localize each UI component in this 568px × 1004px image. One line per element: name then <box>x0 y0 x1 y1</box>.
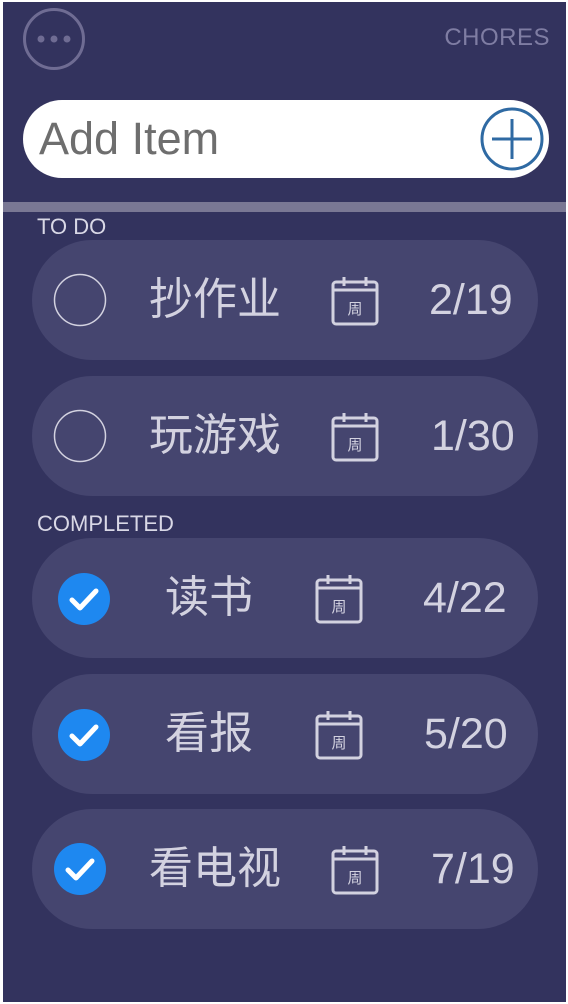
add-item-input[interactable] <box>39 104 459 174</box>
completed-section-label: COMPLETED <box>37 511 174 536</box>
todo-item-date: 1/30 <box>431 412 515 460</box>
todo-section-label: TO DO <box>37 214 107 239</box>
calendar-char: 周 <box>331 734 346 752</box>
unchecked-circle-icon[interactable] <box>53 273 107 327</box>
add-item-bar <box>23 100 549 178</box>
add-item-button[interactable] <box>479 106 545 172</box>
calendar-char: 周 <box>347 300 362 318</box>
completed-item-text: 看电视 <box>149 843 281 894</box>
calendar-icon[interactable]: 周 <box>331 845 379 895</box>
completed-item[interactable]: 读书 周 4/22 <box>32 538 538 658</box>
completed-item-date: 7/19 <box>431 845 515 893</box>
app-title: CHORES <box>444 24 550 51</box>
completed-item[interactable]: 看电视 周 7/19 <box>32 809 538 929</box>
completed-item-text: 看报 <box>165 708 253 759</box>
calendar-icon[interactable]: 周 <box>315 574 363 624</box>
checked-circle-icon[interactable] <box>57 708 111 762</box>
calendar-char: 周 <box>347 436 362 454</box>
completed-item-text: 读书 <box>165 572 253 623</box>
checked-circle-icon[interactable] <box>57 572 111 626</box>
more-menu-button[interactable] <box>23 8 85 70</box>
calendar-icon[interactable]: 周 <box>331 412 379 462</box>
completed-item[interactable]: 看报 周 5/20 <box>32 674 538 794</box>
checked-circle-icon[interactable] <box>53 842 107 896</box>
calendar-char: 周 <box>331 598 346 616</box>
todo-item-text: 抄作业 <box>149 274 281 325</box>
plus-circle-icon <box>480 107 544 171</box>
section-divider <box>3 202 566 212</box>
app-window: CHORES TO DO 抄作业 周 2/19 <box>3 2 566 1002</box>
todo-item[interactable]: 抄作业 周 2/19 <box>32 240 538 360</box>
todo-item-date: 2/19 <box>429 276 513 324</box>
todo-item-text: 玩游戏 <box>149 410 281 461</box>
calendar-char: 周 <box>347 869 362 887</box>
unchecked-circle-icon[interactable] <box>53 409 107 463</box>
calendar-icon[interactable]: 周 <box>315 710 363 760</box>
todo-item[interactable]: 玩游戏 周 1/30 <box>32 376 538 496</box>
completed-item-date: 4/22 <box>423 574 507 622</box>
completed-item-date: 5/20 <box>424 710 508 758</box>
more-horizontal-icon <box>37 35 71 43</box>
calendar-icon[interactable]: 周 <box>331 276 379 326</box>
